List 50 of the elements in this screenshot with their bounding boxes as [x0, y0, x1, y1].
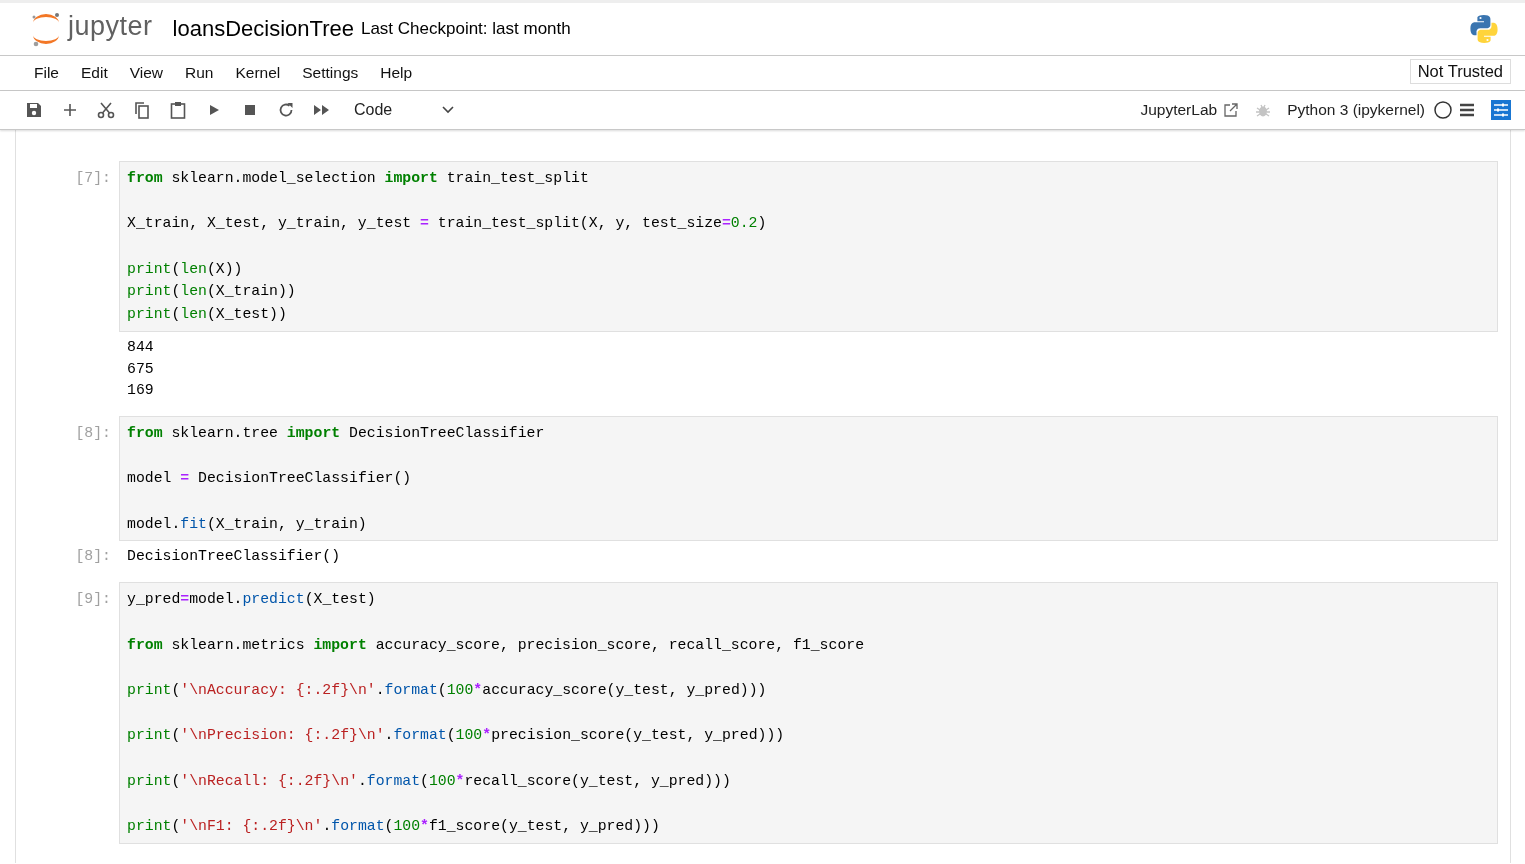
scissors-icon[interactable] — [96, 100, 116, 120]
menu-item[interactable]: Kernel — [224, 60, 292, 86]
trust-button[interactable]: Not Trusted — [1409, 58, 1511, 84]
kernel-status-icon — [1433, 100, 1453, 120]
checkpoint-status: Last Checkpoint: last month — [360, 19, 571, 39]
output-line: DecisionTreeClassifier() — [127, 547, 342, 567]
cell-type-dropdown[interactable]: Code — [354, 99, 454, 121]
code-line: print('\nF1: {:.2f}\n'.format(100*f1_score(y_test, y_pred))) — [127, 817, 661, 837]
menu-item[interactable]: Edit — [70, 60, 119, 86]
kernel-name[interactable]: Python 3 (ipykernel) — [1287, 101, 1425, 119]
code-line: print(len(X_train)) — [127, 282, 297, 302]
external-link-icon[interactable] — [1223, 102, 1240, 118]
code-line: from sklearn.tree import DecisionTreeClassifier — [127, 424, 546, 443]
menu-item[interactable]: Run — [174, 60, 225, 86]
input-prompt: [9]: — [75, 591, 111, 608]
output-line: 844 — [127, 337, 155, 357]
output-line: 169 — [127, 381, 155, 401]
code-line: from sklearn.model_selection import train_test_split — [127, 169, 590, 188]
caret-icon — [442, 106, 454, 114]
copy-icon[interactable] — [132, 100, 152, 120]
output-prompt: [8]: — [75, 548, 111, 565]
input-prompt: [8]: — [75, 425, 111, 441]
code-line: model = DecisionTreeClassifier() — [127, 469, 413, 489]
clipboard-icon[interactable] — [168, 100, 188, 120]
code-line: from sklearn.metrics import accuracy_score, precision_score, recall_score, f1_score — [127, 635, 866, 655]
jupyterlab-link[interactable]: JupyterLab — [1140, 101, 1218, 119]
code-cell-editor[interactable]: from sklearn.tree import DecisionTreeClassifier model = DecisionTreeClassifier() model.fit(X_train, y_train) — [119, 416, 1498, 542]
menu-item[interactable]: File — [23, 60, 70, 86]
notebook-title[interactable]: loansDecisionTree — [172, 16, 354, 42]
code-line: model.fit(X_train, y_train) — [127, 514, 368, 534]
code-line: X_train, X_test, y_train, y_test = train_test_split(X, y, test_size=0.2) — [127, 214, 768, 234]
property-inspector-icon[interactable] — [1491, 100, 1511, 120]
code-line: print('\nAccuracy: {:.2f}\n'.format(100*accuracy_score(y_test, y_pred))) — [127, 680, 768, 700]
code-line: print('\nRecall: {:.2f}\n'.format(100*recall_score(y_test, y_pred))) — [127, 771, 732, 791]
code-cell-editor[interactable] — [119, 582, 1498, 844]
code-line: print('\nPrecision: {:.2f}\n'.format(100*precision_score(y_test, y_pred))) — [127, 726, 786, 746]
code-line: y_pred=model.predict(X_test) — [127, 590, 377, 610]
menu-item[interactable]: Settings — [291, 60, 370, 86]
jupyter-logo-icon — [30, 11, 62, 47]
menu-item[interactable]: View — [118, 60, 175, 86]
menu-item[interactable]: Help — [369, 60, 424, 86]
output-line: 675 — [127, 359, 155, 379]
python-logo-icon — [1468, 13, 1500, 45]
code-cell-editor[interactable]: from sklearn.model_selection import train_test_split X_train, X_test, y_train, y_test = train_test_split(X, y, test_size=0.2) print(len(X)) print(len(X_train)) print(len(X_test)) — [119, 161, 1498, 332]
menu-icon[interactable] — [1459, 102, 1475, 118]
save-icon[interactable] — [24, 100, 44, 120]
code-line: print(len(X)) — [127, 259, 244, 279]
input-prompt: [7]: — [75, 170, 111, 186]
jupyter-logo-text: jupyter — [68, 10, 153, 42]
code-line: print(len(X_test)) — [127, 305, 288, 325]
